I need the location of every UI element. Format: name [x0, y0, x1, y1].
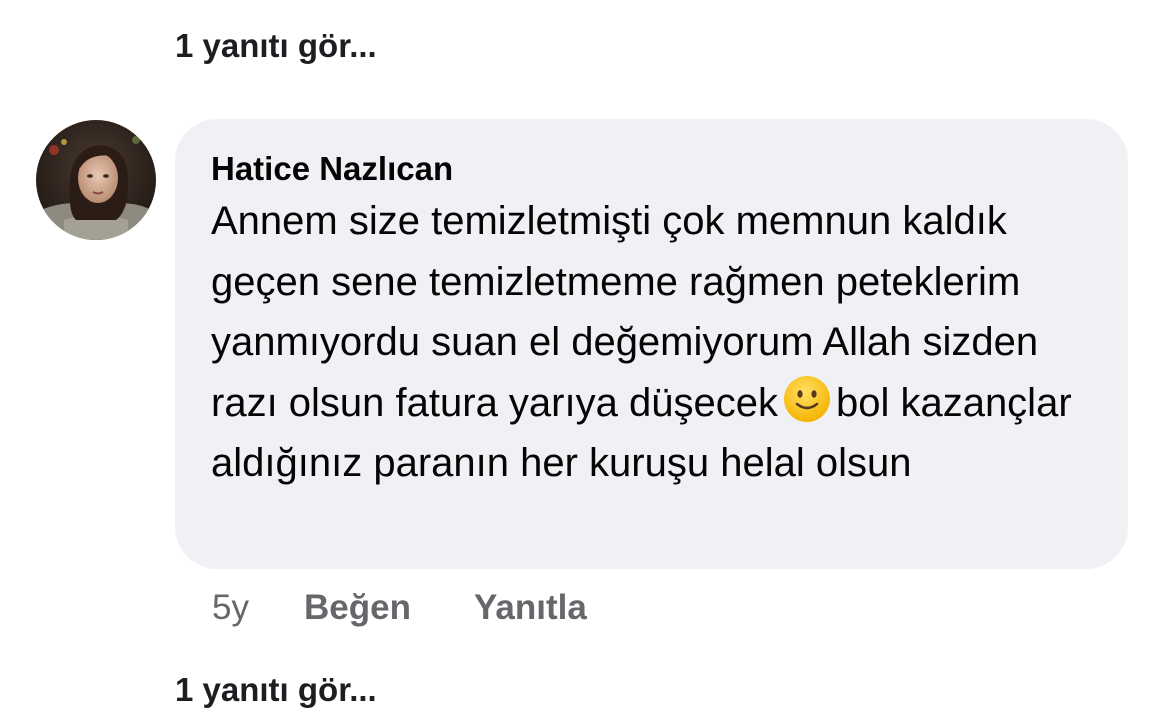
slightly-smiling-face-emoji-icon [782, 374, 832, 424]
comment-text: Annem size temizletmişti çok memnun kald… [211, 191, 1111, 494]
avatar[interactable] [36, 120, 156, 240]
profile-photo [36, 120, 156, 240]
comment-author[interactable]: Hatice Nazlıcan [211, 149, 453, 189]
reply-button[interactable]: Yanıtla [474, 586, 587, 630]
comment-bubble: Hatice Nazlıcan Annem size temizletmişti… [175, 119, 1128, 569]
comment-timestamp: 5y [212, 588, 249, 627]
view-replies-link[interactable]: 1 yanıtı gör... [175, 26, 377, 66]
like-button[interactable]: Beğen [304, 586, 411, 630]
view-replies-link[interactable]: 1 yanıtı gör... [175, 670, 377, 710]
